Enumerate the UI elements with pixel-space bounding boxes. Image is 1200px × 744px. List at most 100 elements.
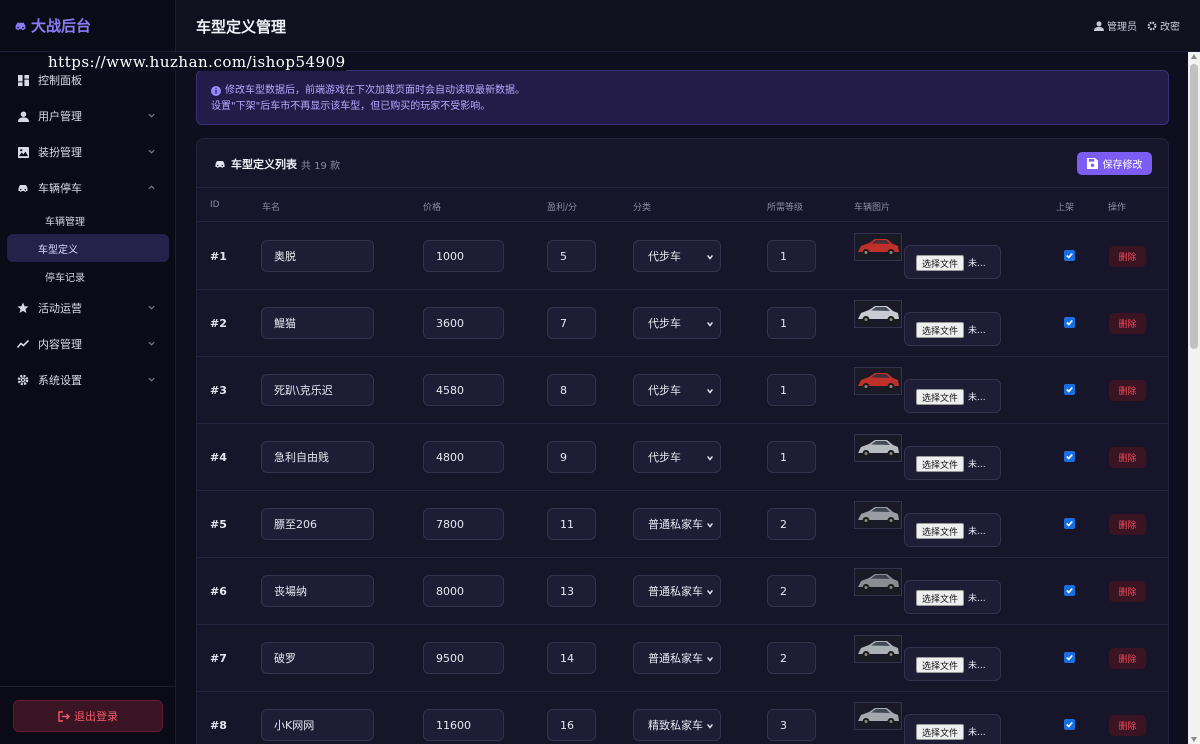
price-input[interactable]: 3600 <box>423 307 504 339</box>
scroll-up-arrow[interactable] <box>1191 54 1197 59</box>
car-name-input[interactable]: 丧場纳 <box>261 575 374 607</box>
level-input[interactable]: 2 <box>767 575 816 607</box>
col-price: 价格 <box>423 203 442 213</box>
level-input[interactable]: 1 <box>767 307 816 339</box>
car-name-input[interactable]: 鯷猫 <box>261 307 374 339</box>
sidebar-subitem-car-definitions[interactable]: 车型定义 <box>7 234 169 262</box>
category-select[interactable]: 代步车 <box>633 441 721 473</box>
chevron-down-icon <box>148 341 155 346</box>
category-select[interactable]: 普通私家车 <box>633 508 721 540</box>
choose-file-button[interactable]: 选择文件 <box>916 456 964 472</box>
choose-file-button[interactable]: 选择文件 <box>916 322 964 338</box>
level-input[interactable]: 1 <box>767 441 816 473</box>
listed-checkbox[interactable] <box>1064 518 1075 529</box>
choose-file-button[interactable]: 选择文件 <box>916 389 964 405</box>
listed-checkbox[interactable] <box>1064 317 1075 328</box>
chevron-down-icon <box>707 522 713 528</box>
sidebar-item-settings[interactable]: 系统设置 <box>0 362 176 398</box>
profit-input[interactable]: 8 <box>547 374 596 406</box>
choose-file-button[interactable]: 选择文件 <box>916 657 964 673</box>
brand[interactable]: 大战后台 <box>0 0 175 52</box>
price-input[interactable]: 9500 <box>423 642 504 674</box>
col-id: ID <box>210 200 220 210</box>
scroll-down-arrow[interactable] <box>1191 737 1197 742</box>
check-icon <box>1066 386 1073 393</box>
chevron-down-icon <box>707 321 713 327</box>
category-select[interactable]: 普通私家车 <box>633 642 721 674</box>
delete-button[interactable]: 删除 <box>1109 715 1146 736</box>
gear-icon <box>17 374 29 386</box>
category-select[interactable]: 普通私家车 <box>633 575 721 607</box>
change-password-link[interactable]: 改密 <box>1147 18 1180 33</box>
listed-checkbox[interactable] <box>1064 652 1075 663</box>
level-input[interactable]: 1 <box>767 374 816 406</box>
sidebar-item-outfits[interactable]: 装扮管理 <box>0 134 176 170</box>
category-select[interactable]: 代步车 <box>633 374 721 406</box>
level-input[interactable]: 3 <box>767 709 816 741</box>
table-row: #6 丧場纳 8000 13 普通私家车 2 选择文件 未... 删除 <box>197 558 1168 625</box>
category-select[interactable]: 代步车 <box>633 240 721 272</box>
category-value: 普通私家车 <box>648 585 703 598</box>
car-name-input[interactable]: 奥脱 <box>261 240 374 272</box>
check-icon <box>1066 654 1073 661</box>
profit-input[interactable]: 7 <box>547 307 596 339</box>
car-name-input[interactable]: 小K网网 <box>261 709 374 741</box>
col-actions: 操作 <box>1108 203 1127 213</box>
level-input[interactable]: 1 <box>767 240 816 272</box>
row-id: #8 <box>210 719 227 732</box>
price-input[interactable]: 4580 <box>423 374 504 406</box>
sidebar-item-vehicles[interactable]: 车辆停车 <box>0 170 176 206</box>
car-name-input[interactable]: 死趴\克乐迟 <box>261 374 374 406</box>
car-name-input[interactable]: 急利自由贱 <box>261 441 374 473</box>
price-input[interactable]: 7800 <box>423 508 504 540</box>
profit-input[interactable]: 9 <box>547 441 596 473</box>
delete-button[interactable]: 删除 <box>1109 380 1146 401</box>
choose-file-button[interactable]: 选择文件 <box>916 590 964 606</box>
delete-button[interactable]: 删除 <box>1109 514 1146 535</box>
page-scrollbar[interactable] <box>1188 52 1200 744</box>
car-name-input[interactable]: 膘至206 <box>261 508 374 540</box>
level-input[interactable]: 2 <box>767 508 816 540</box>
sidebar-subitem-parking-records[interactable]: 停车记录 <box>7 262 169 290</box>
car-name-input[interactable]: 破罗 <box>261 642 374 674</box>
delete-button[interactable]: 删除 <box>1109 447 1146 468</box>
listed-checkbox[interactable] <box>1064 719 1075 730</box>
listed-checkbox[interactable] <box>1064 451 1075 462</box>
image-file-input: 选择文件 未... <box>904 245 1001 279</box>
car-image <box>858 440 899 457</box>
price-input[interactable]: 4800 <box>423 441 504 473</box>
listed-checkbox[interactable] <box>1064 250 1075 261</box>
save-changes-button[interactable]: 保存修改 <box>1077 152 1152 175</box>
logout-button[interactable]: 退出登录 <box>13 700 163 732</box>
profit-input[interactable]: 13 <box>547 575 596 607</box>
listed-checkbox[interactable] <box>1064 384 1075 395</box>
delete-button[interactable]: 删除 <box>1109 648 1146 669</box>
sidebar-item-users[interactable]: 用户管理 <box>0 98 176 134</box>
profit-input[interactable]: 16 <box>547 709 596 741</box>
choose-file-button[interactable]: 选择文件 <box>916 523 964 539</box>
delete-button[interactable]: 删除 <box>1109 313 1146 334</box>
choose-file-button[interactable]: 选择文件 <box>916 255 964 271</box>
profit-input[interactable]: 11 <box>547 508 596 540</box>
price-input[interactable]: 11600 <box>423 709 504 741</box>
change-password-label: 改密 <box>1160 22 1180 33</box>
sidebar: 大战后台 控制面板 用户管理 装扮管理 车辆停车 车辆管理 车型定义 停车记录 … <box>0 0 176 744</box>
category-select[interactable]: 代步车 <box>633 307 721 339</box>
sidebar-item-events[interactable]: 活动运营 <box>0 290 176 326</box>
sidebar-item-label: 控制面板 <box>38 74 82 87</box>
admin-user[interactable]: 管理员 <box>1094 18 1137 33</box>
scroll-thumb[interactable] <box>1190 64 1198 349</box>
choose-file-button[interactable]: 选择文件 <box>916 724 964 740</box>
listed-checkbox[interactable] <box>1064 585 1075 596</box>
price-input[interactable]: 1000 <box>423 240 504 272</box>
sidebar-subitem-vehicle-management[interactable]: 车辆管理 <box>7 206 169 234</box>
sidebar-item-content[interactable]: 内容管理 <box>0 326 176 362</box>
category-select[interactable]: 精致私家车 <box>633 709 721 741</box>
price-input[interactable]: 8000 <box>423 575 504 607</box>
profit-input[interactable]: 14 <box>547 642 596 674</box>
delete-button[interactable]: 删除 <box>1109 246 1146 267</box>
profit-input[interactable]: 5 <box>547 240 596 272</box>
chevron-down-icon <box>707 723 713 729</box>
delete-button[interactable]: 删除 <box>1109 581 1146 602</box>
level-input[interactable]: 2 <box>767 642 816 674</box>
